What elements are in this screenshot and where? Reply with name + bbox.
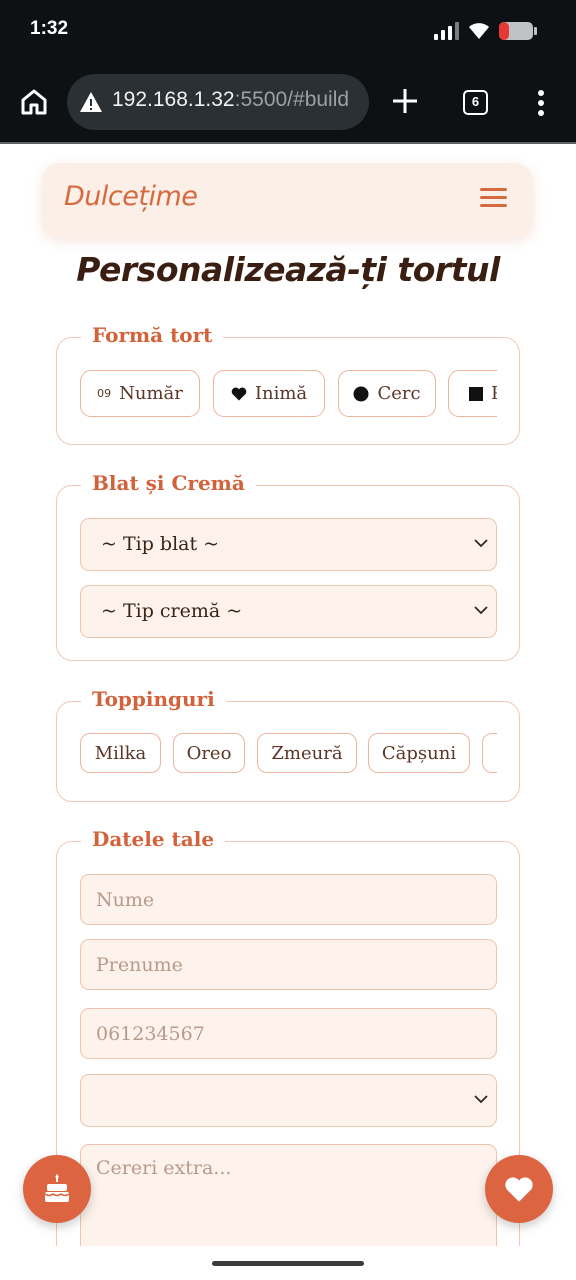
cream-select[interactable]: ~ Tip cremă ~ [80, 585, 497, 638]
browser-toolbar: 192.168.1.32:5500/#build 6 [0, 62, 576, 142]
toolbar-divider [0, 142, 576, 144]
cream-select-value: ~ Tip cremă ~ [101, 600, 243, 622]
topping-option[interactable]: Căpșuni [368, 733, 470, 773]
shape-option-square[interactable]: P [448, 370, 497, 417]
shape-option-heart[interactable]: Inimă [213, 370, 325, 417]
heart-icon [231, 387, 247, 401]
topping-label: Căpșuni [381, 742, 457, 764]
sponge-select-value: ~ Tip blat ~ [101, 533, 220, 555]
phone-field[interactable]: 061234567 [80, 1008, 497, 1059]
shape-legend: Formă tort [81, 323, 224, 347]
topping-option[interactable]: Milka [80, 733, 161, 773]
page-title: Personalizează-ți tortul [76, 250, 500, 289]
shape-option-label: P [491, 383, 497, 404]
brand-logo[interactable]: Dulcețime [64, 181, 198, 212]
shape-options: 09 Număr Inimă Cerc P [80, 370, 497, 418]
status-bar: 1:32 [0, 0, 576, 62]
heart-icon [505, 1176, 533, 1202]
shape-option-label: Număr [119, 383, 183, 404]
surname-placeholder: Prenume [96, 954, 183, 976]
cake-legend: Blat și Cremă [81, 471, 256, 495]
topping-label: Milka [94, 742, 147, 764]
name-placeholder: Nume [96, 889, 155, 911]
plus-icon[interactable] [392, 88, 418, 114]
chevron-down-icon [474, 606, 488, 615]
number-icon: 09 [97, 387, 112, 400]
topping-label: Zmeură [271, 742, 343, 764]
hamburger-menu-icon[interactable] [480, 188, 507, 208]
home-icon[interactable] [18, 86, 50, 118]
topping-option[interactable]: Zmeură [257, 733, 357, 773]
requests-placeholder: Cereri extra... [96, 1157, 232, 1179]
shape-option-number[interactable]: 09 Număr [80, 370, 200, 417]
name-field[interactable]: Nume [80, 874, 497, 925]
sponge-select[interactable]: ~ Tip blat ~ [80, 518, 497, 571]
battery-icon [499, 22, 537, 40]
cake-fab-button[interactable] [23, 1155, 91, 1223]
circle-icon [353, 386, 369, 402]
details-section: Datele tale Nume Prenume 061234567 Cerer… [56, 827, 520, 1280]
tabs-button[interactable]: 6 [463, 90, 488, 115]
signal-icon [434, 22, 459, 40]
topping-option[interactable]: Oreo [173, 733, 245, 773]
status-time: 1:32 [30, 18, 69, 39]
chevron-down-icon [474, 539, 488, 548]
chevron-down-icon [474, 1095, 488, 1104]
shape-option-label: Cerc [377, 383, 421, 404]
site-header: Dulcețime [42, 163, 533, 237]
wifi-icon [469, 23, 489, 39]
shape-option-circle[interactable]: Cerc [338, 370, 436, 417]
gesture-bar [212, 1261, 364, 1266]
toppings-legend: Toppinguri [81, 687, 226, 711]
topping-label: Oreo [186, 742, 232, 764]
shape-section: Formă tort 09 Număr Inimă Cerc P [56, 323, 520, 445]
more-vertical-icon[interactable] [536, 90, 546, 116]
cake-section: Blat și Cremă ~ Tip blat ~ ~ Tip cremă ~ [56, 471, 520, 661]
url-bar[interactable]: 192.168.1.32:5500/#build [67, 74, 369, 130]
shape-option-label: Inimă [254, 383, 308, 404]
url-text: 192.168.1.32:5500/#build [112, 88, 350, 111]
details-legend: Datele tale [81, 827, 226, 851]
favorites-fab-button[interactable] [485, 1155, 553, 1223]
topping-options: Milka Oreo Zmeură Căpșuni [80, 733, 497, 775]
warning-icon [80, 92, 102, 112]
surname-field[interactable]: Prenume [80, 939, 497, 990]
cake-icon [44, 1174, 70, 1202]
extra-select[interactable] [80, 1074, 497, 1127]
phone-placeholder: 061234567 [96, 1023, 205, 1045]
toppings-section: Toppinguri Milka Oreo Zmeură Căpșuni [56, 687, 520, 802]
square-icon [469, 386, 483, 401]
topping-option[interactable] [482, 733, 497, 773]
